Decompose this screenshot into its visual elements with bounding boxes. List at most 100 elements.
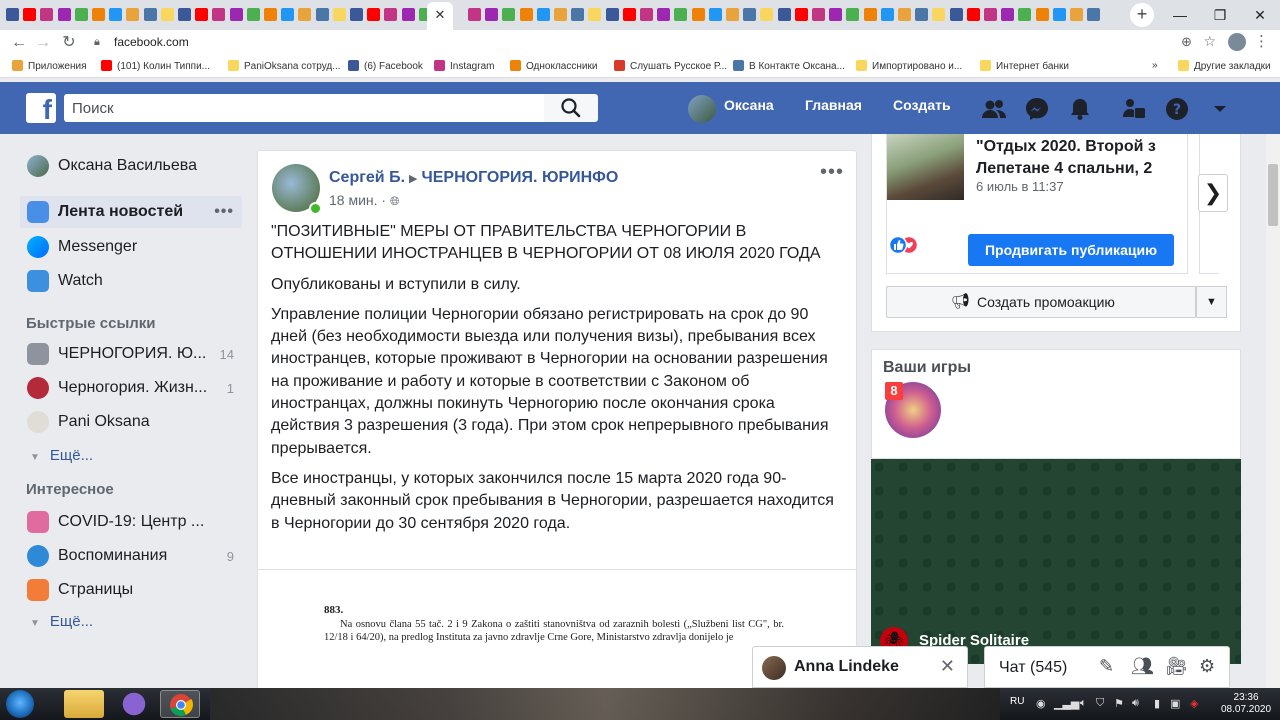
account-menu-chevron-down-icon[interactable]	[1206, 95, 1234, 123]
tab-favicon[interactable]	[23, 8, 37, 21]
bookmark-item[interactable]: Приложения	[12, 60, 87, 72]
tab-favicon[interactable]	[519, 8, 533, 21]
bookmark-item[interactable]: Instagram	[434, 60, 494, 72]
tab-favicon[interactable]	[298, 8, 312, 21]
tab-favicon[interactable]	[536, 8, 550, 21]
post-group-link[interactable]: ЧЕРНОГОРИЯ. ЮРИНФО	[421, 169, 618, 186]
spider-solitaire-card[interactable]: 🕷︎ Spider Solitaire	[871, 459, 1241, 664]
sidebar-item-news-feed[interactable]: Лента новостей •••	[20, 196, 242, 228]
explore-more-link[interactable]: ▼ Ещё...	[30, 613, 93, 630]
tab-favicon[interactable]	[143, 8, 157, 21]
groups-management-icon[interactable]	[1120, 95, 1148, 123]
attached-document-image[interactable]: 883. Na osnovu člana 55 tač. 2 i 9 Zakon…	[324, 604, 784, 645]
address-bar[interactable]: 🔒︎ facebook.com ⊕ ☆	[88, 32, 1228, 54]
sidebar-item-messenger[interactable]: Messenger	[20, 231, 242, 263]
chrome-taskbar-button[interactable]	[160, 690, 200, 718]
sidebar-profile[interactable]: Оксана Васильева	[20, 150, 242, 182]
tab-favicon[interactable]	[57, 8, 71, 21]
browser-profile-avatar[interactable]	[1228, 33, 1246, 51]
tab-favicon[interactable]	[468, 8, 481, 21]
windows-start-button[interactable]	[6, 690, 34, 718]
reload-button[interactable]: ↻	[58, 32, 80, 54]
tab-favicon[interactable]	[126, 8, 140, 21]
bookmark-item[interactable]: PaniOksana сотруд...	[228, 60, 341, 72]
battery-icon[interactable]: ▮	[1154, 697, 1160, 710]
boost-post-button[interactable]: Продвигать публикацию	[968, 234, 1174, 266]
search-button[interactable]	[544, 94, 598, 122]
speaker-icon[interactable]: 🔈︎	[1080, 697, 1087, 710]
forward-button[interactable]: →	[32, 32, 54, 54]
tab-favicon[interactable]	[109, 8, 123, 21]
tab-favicon[interactable]	[880, 8, 894, 21]
tab-favicon[interactable]	[966, 8, 980, 21]
bookmark-item[interactable]: В Контакте Оксана...	[733, 60, 845, 72]
tab-favicon[interactable]	[571, 8, 585, 21]
bookmark-item[interactable]: Интернет банки	[980, 60, 1069, 72]
tab-favicon[interactable]	[691, 8, 705, 21]
promo-title[interactable]: "Отдых 2020. Второй з Лепетане 4 спальни…	[976, 136, 1172, 180]
shortcuts-more-link[interactable]: ▼ Ещё...	[30, 447, 93, 464]
news-feed-more-icon[interactable]: •••	[214, 203, 234, 221]
tab-favicon[interactable]	[367, 8, 381, 21]
tab-favicon[interactable]	[1052, 8, 1066, 21]
network-signal-icon[interactable]: ▁▃▅	[1054, 697, 1079, 710]
close-chat-icon[interactable]: ✕	[940, 656, 955, 677]
tab-favicon[interactable]	[863, 8, 877, 21]
sidebar-item-shortcuts-1[interactable]: Черногория. Жизн... 1	[20, 372, 242, 404]
create-group-icon[interactable]: 👥︎	[1131, 656, 1154, 677]
video-call-icon[interactable]: 🎥︎	[1165, 656, 1188, 677]
tab-favicon[interactable]	[829, 8, 843, 21]
flag-icon[interactable]: ⚑	[1114, 697, 1124, 710]
tab-favicon[interactable]	[760, 8, 774, 21]
tab-favicon[interactable]	[74, 8, 88, 21]
post-timestamp[interactable]: 18 мин. · 🌐︎	[329, 192, 400, 209]
close-window-button[interactable]: ✕	[1240, 3, 1280, 27]
create-promotion-button[interactable]: 📢︎ Создать промоакцию	[886, 286, 1196, 318]
create-link[interactable]: Создать	[893, 97, 951, 113]
sidebar-item-shortcuts-0[interactable]: ЧЕРНОГОРИЯ. Ю... 14	[20, 338, 242, 370]
tab-favicon[interactable]	[229, 8, 243, 21]
tab-favicon[interactable]	[401, 8, 415, 21]
tab-favicon[interactable]	[949, 8, 963, 21]
tab-favicon[interactable]	[622, 8, 636, 21]
tab-favicon[interactable]	[984, 8, 997, 21]
sidebar-item-watch[interactable]: Watch	[20, 265, 242, 297]
home-link[interactable]: Главная	[805, 97, 862, 113]
tab-favicon[interactable]	[554, 8, 567, 21]
page-scrollbar[interactable]	[1266, 134, 1280, 688]
sidebar-item-explore-1[interactable]: Воспоминания 9	[20, 540, 242, 572]
bookmark-item[interactable]: Одноклассники	[510, 60, 597, 72]
chat-settings-gear-icon[interactable]: ⚙︎	[1199, 656, 1215, 677]
tab-favicon[interactable]	[315, 8, 329, 21]
facebook-logo[interactable]: f	[26, 93, 56, 123]
sidebar-item-shortcuts-2[interactable]: Pani Oksana	[20, 406, 242, 438]
tab-favicon[interactable]	[932, 8, 946, 21]
bookmark-item[interactable]: »	[1152, 60, 1158, 71]
tab-favicon[interactable]	[281, 8, 295, 21]
system-clock[interactable]: 23:36 08.07.2020	[1221, 692, 1271, 716]
friend-requests-icon[interactable]	[980, 95, 1008, 123]
sidebar-item-explore-2[interactable]: Страницы	[20, 574, 242, 606]
notifications-bell-icon[interactable]	[1066, 95, 1094, 123]
tab-favicon[interactable]	[160, 8, 174, 21]
tab-favicon[interactable]	[1001, 8, 1015, 21]
carousel-next-button[interactable]: ❯	[1198, 174, 1228, 212]
tab-favicon[interactable]	[812, 8, 825, 21]
tab-favicon[interactable]	[350, 8, 363, 21]
volume-icon[interactable]: 🔊︎	[1132, 697, 1139, 710]
tab-favicon[interactable]	[640, 8, 653, 21]
chat-sidebar-bar[interactable]: Чат (545) ✎ 👥︎ 🎥︎ ⚙︎	[984, 646, 1230, 688]
search-input[interactable]	[64, 94, 544, 122]
tab-favicon[interactable]	[178, 8, 191, 21]
tab-favicon[interactable]	[898, 8, 911, 21]
new-message-icon[interactable]: ✎	[1099, 656, 1114, 677]
tab-favicon[interactable]	[657, 8, 671, 21]
sidebar-item-explore-0[interactable]: COVID-19: Центр ...	[20, 506, 242, 538]
bookmark-item[interactable]: (101) Колин Типпи...	[101, 60, 210, 72]
tab-favicon[interactable]	[246, 8, 260, 21]
tab-favicon[interactable]	[1018, 8, 1032, 21]
tab-favicon[interactable]	[1035, 8, 1049, 21]
minimize-window-button[interactable]: —	[1160, 3, 1200, 27]
tray-icon[interactable]: ⛉	[1096, 697, 1104, 710]
tab-favicon[interactable]	[915, 8, 929, 21]
